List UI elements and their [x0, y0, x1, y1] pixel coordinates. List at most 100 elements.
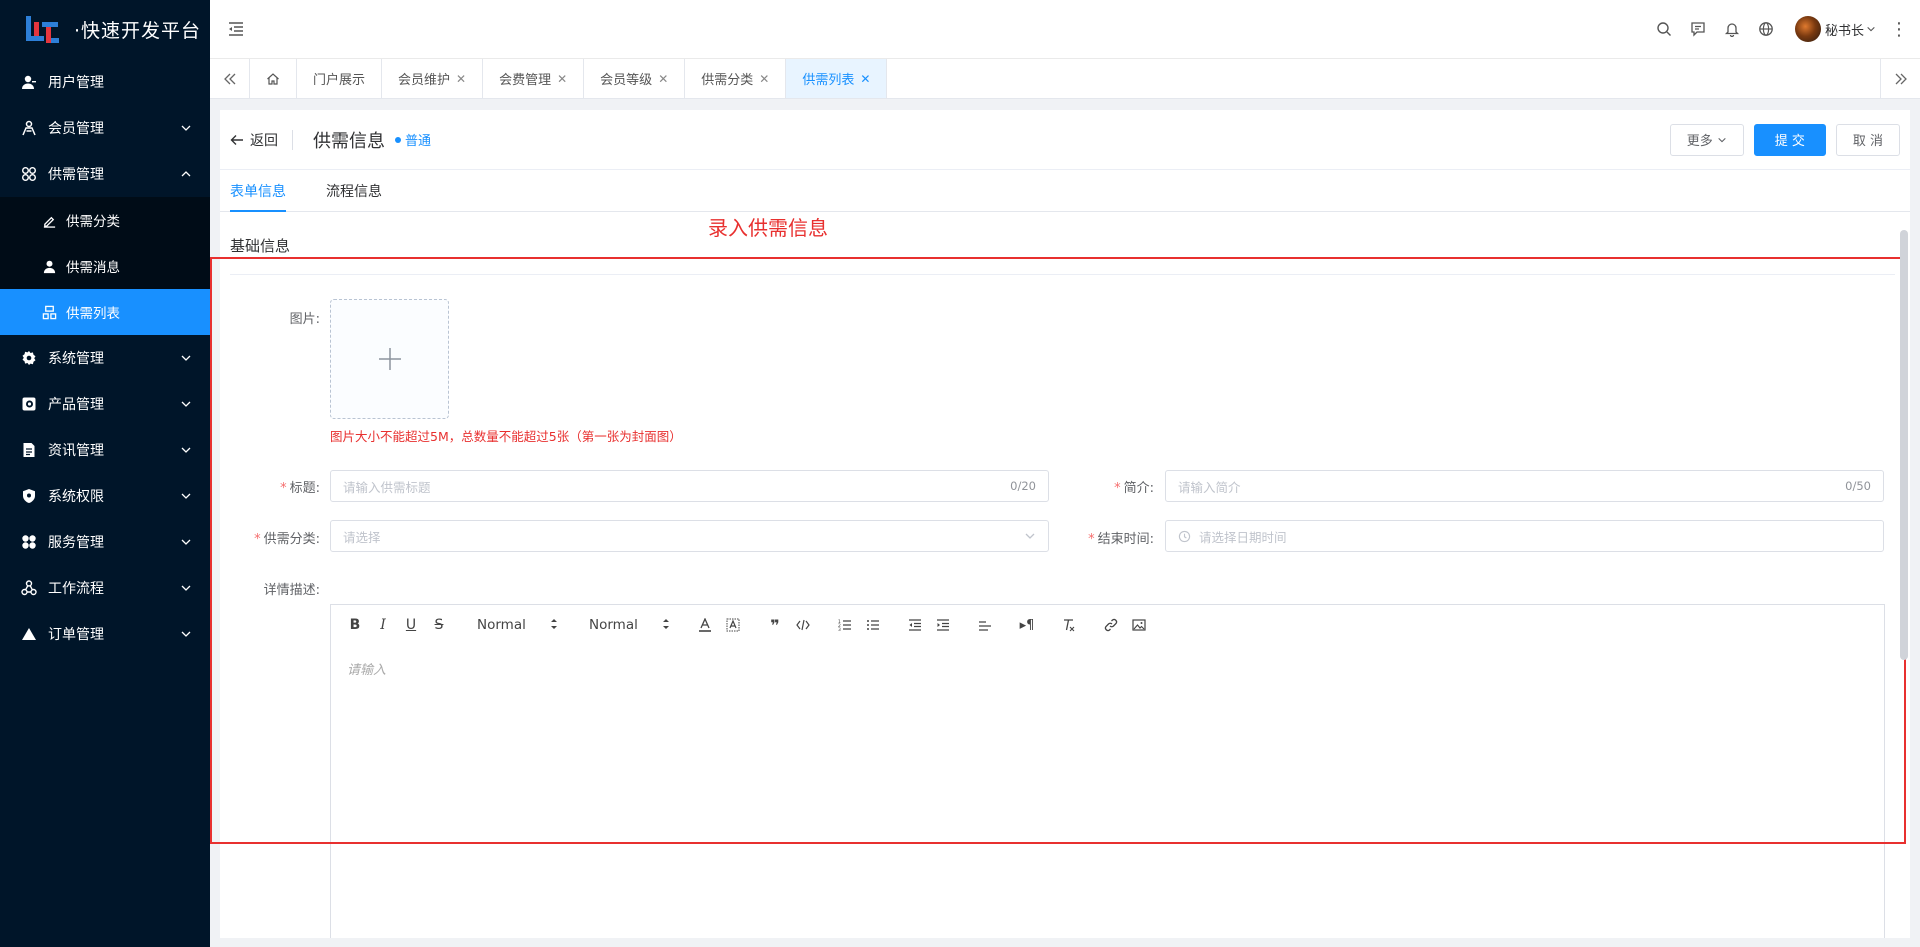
cancel-button[interactable]: 取 消 — [1835, 123, 1900, 156]
submenu-supply: 供需分类 供需消息 供需列表 — [0, 197, 210, 335]
italic-button[interactable]: I — [369, 613, 397, 637]
tab-portal[interactable]: 门户展示 — [297, 59, 383, 98]
summary-input[interactable]: 请输入简介 0/50 — [1165, 470, 1884, 502]
header-actions: 秘书长 ⋮ — [1639, 16, 1920, 42]
underline-button[interactable]: U — [397, 613, 425, 637]
search-icon[interactable] — [1655, 20, 1673, 38]
tabs-scroll-right[interactable] — [1880, 59, 1920, 98]
sidebar-item-supply-category[interactable]: 供需分类 — [0, 197, 210, 243]
svg-text:3: 3 — [838, 627, 841, 632]
title-placeholder: 请输入供需标题 — [343, 479, 431, 495]
submit-button[interactable]: 提 交 — [1753, 123, 1826, 156]
plus-icon — [378, 348, 401, 370]
tab-member-level[interactable]: 会员等级 ✕ — [584, 59, 686, 98]
editor-placeholder: 请输入 — [347, 663, 387, 678]
tab-label: 供需分类 — [701, 73, 754, 88]
font-size-select[interactable]: Normal — [467, 613, 563, 637]
strike-button[interactable]: S — [425, 613, 453, 637]
tab-supply-list[interactable]: 供需列表 ✕ — [786, 59, 888, 98]
sidebar-item-label: 产品管理 — [48, 397, 104, 413]
blockquote-icon[interactable]: ❞ — [761, 613, 789, 637]
sidebar-item-orders[interactable]: 订单管理 — [0, 611, 210, 657]
bell-icon[interactable] — [1723, 20, 1741, 38]
sidebar-item-workflow[interactable]: 工作流程 — [0, 565, 210, 611]
tab-home[interactable] — [250, 59, 297, 98]
category-select[interactable]: 请选择 — [330, 520, 1049, 552]
select-arrows-icon — [551, 619, 557, 629]
sidebar-item-supply-list[interactable]: 供需列表 — [0, 289, 210, 335]
avatar[interactable] — [1794, 16, 1821, 42]
font-color-icon[interactable] — [691, 613, 719, 637]
clear-format-icon[interactable] — [1055, 613, 1083, 637]
ordered-list-icon[interactable]: 123 — [831, 613, 859, 637]
edit-icon — [40, 211, 58, 229]
header-select[interactable]: Normal — [579, 613, 675, 637]
tab-process-info[interactable]: 流程信息 — [326, 170, 382, 211]
image-uploader[interactable] — [330, 299, 449, 419]
bullet-list-icon[interactable] — [859, 613, 887, 637]
sidebar-item-service[interactable]: 服务管理 — [0, 519, 210, 565]
code-block-icon[interactable] — [789, 613, 817, 637]
message-icon[interactable] — [1689, 20, 1707, 38]
more-vertical-icon[interactable]: ⋮ — [1890, 19, 1908, 40]
form-tabs: 表单信息 流程信息 — [220, 170, 1910, 212]
tabs-scroll-left[interactable] — [210, 59, 250, 98]
shield-icon — [20, 487, 38, 505]
editor-content[interactable]: 请输入 — [331, 645, 1884, 692]
globe-icon[interactable] — [1757, 20, 1775, 38]
scrollbar[interactable] — [1900, 230, 1908, 660]
sidebar-item-members[interactable]: 会员管理 — [0, 105, 210, 151]
sidebar-item-permissions[interactable]: 系统权限 — [0, 473, 210, 519]
logo-icon — [24, 14, 64, 46]
chevron-up-icon — [181, 171, 191, 177]
section-title: 基础信息 — [230, 237, 291, 255]
back-button[interactable]: 返回 — [230, 129, 293, 150]
endtime-picker[interactable]: 请选择日期时间 — [1165, 520, 1884, 552]
back-label: 返回 — [250, 132, 278, 149]
tab-label: 会费管理 — [499, 73, 552, 88]
sidebar-item-supply[interactable]: 供需管理 — [0, 151, 210, 197]
chevron-down-icon — [1867, 26, 1875, 32]
chevron-down-icon — [181, 447, 191, 453]
sidebar-item-label: 供需列表 — [66, 306, 120, 322]
sidebar-item-users[interactable]: 用户管理 — [0, 59, 210, 105]
close-icon[interactable]: ✕ — [557, 72, 567, 86]
close-icon[interactable]: ✕ — [456, 72, 466, 86]
text-direction-icon[interactable]: ▸¶ — [1013, 613, 1041, 637]
sidebar: ·快速开发平台 用户管理 会员管理 供需管理 供需分类 供需消息 供需列表 系统… — [0, 0, 210, 947]
outdent-icon[interactable] — [901, 613, 929, 637]
tab-member-maintain[interactable]: 会员维护 ✕ — [382, 59, 484, 98]
tab-supply-category[interactable]: 供需分类 ✕ — [685, 59, 787, 98]
status-badge: 普通 — [395, 130, 431, 149]
sidebar-item-product[interactable]: 产品管理 — [0, 381, 210, 427]
more-button[interactable]: 更多 — [1669, 123, 1744, 156]
user-menu[interactable]: 秘书长 — [1825, 20, 1876, 39]
align-icon[interactable] — [971, 613, 999, 637]
sidebar-item-news[interactable]: 资讯管理 — [0, 427, 210, 473]
page-actions: 更多 提 交 取 消 — [1660, 123, 1900, 156]
sidebar-item-supply-message[interactable]: 供需消息 — [0, 243, 210, 289]
sidebar-item-label: 系统权限 — [48, 489, 104, 505]
sidebar-item-system[interactable]: 系统管理 — [0, 335, 210, 381]
title-input[interactable]: 请输入供需标题 0/20 — [330, 470, 1049, 502]
triangle-icon — [20, 625, 38, 643]
upload-tip: 图片大小不能超过5M，总数量不能超过5张（第一张为封面图） — [330, 429, 682, 444]
menu-fold-icon[interactable] — [226, 19, 246, 39]
home-icon — [267, 72, 279, 85]
link-icon[interactable] — [1097, 613, 1125, 637]
close-icon[interactable]: ✕ — [860, 72, 870, 86]
bold-button[interactable]: B — [341, 613, 369, 637]
close-icon[interactable]: ✕ — [658, 72, 668, 86]
tab-member-fee[interactable]: 会费管理 ✕ — [483, 59, 585, 98]
tab-form-info[interactable]: 表单信息 — [230, 170, 286, 212]
close-icon[interactable]: ✕ — [759, 72, 769, 86]
background-color-icon[interactable] — [719, 613, 747, 637]
summary-label: * 简介: — [1114, 481, 1154, 496]
chevron-down-icon — [1025, 533, 1035, 539]
chevron-down-icon — [181, 631, 191, 637]
tab-label: 会员维护 — [398, 73, 451, 88]
indent-icon[interactable] — [929, 613, 957, 637]
double-chevron-right-icon — [1895, 73, 1907, 84]
category-label: * 供需分类: — [254, 532, 320, 547]
image-icon[interactable] — [1125, 613, 1153, 637]
